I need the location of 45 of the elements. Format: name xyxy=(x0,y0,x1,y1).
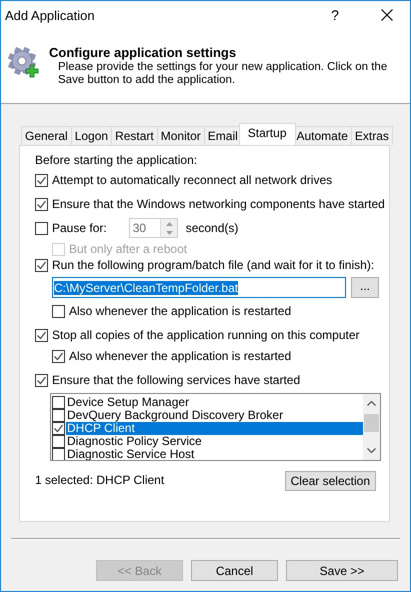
window-title: Add Application xyxy=(5,8,96,22)
checkbox[interactable] xyxy=(52,409,65,422)
header-title: Configure application settings xyxy=(49,45,238,60)
dialog-button[interactable]: Save >> xyxy=(286,560,398,581)
checkbox[interactable] xyxy=(35,222,48,234)
dialog-button[interactable]: Cancel xyxy=(191,560,278,581)
checkbox[interactable] xyxy=(35,258,48,272)
unit-label: second(s) xyxy=(186,221,238,235)
checkbox[interactable] xyxy=(52,350,65,362)
tab[interactable]: General xyxy=(21,126,72,145)
checkbox[interactable] xyxy=(35,198,48,210)
list-item[interactable]: DHCP Client xyxy=(66,422,363,435)
option-label: Ensure that the following services have started xyxy=(52,373,300,387)
option-label: Run the following program/batch file (and wait for it to finish): xyxy=(52,258,374,272)
selection-summary: 1 selected: DHCP Client xyxy=(35,472,164,486)
list-item[interactable]: Diagnostic Policy Service xyxy=(66,435,363,448)
help-button[interactable]: ? xyxy=(320,7,350,23)
option-label: Ensure that the Windows networking components have started xyxy=(52,197,385,211)
scrollbar-thumb[interactable] xyxy=(364,414,379,432)
tab[interactable]: Startup xyxy=(238,123,296,145)
checkbox[interactable] xyxy=(35,374,48,386)
tab[interactable]: Logon xyxy=(70,126,112,145)
tab[interactable]: Extras xyxy=(350,126,393,145)
checkbox[interactable] xyxy=(35,174,48,186)
number-spinner[interactable]: 30 xyxy=(128,218,178,238)
option-label: Pause for: xyxy=(52,221,107,235)
option-label: Attempt to automatically reconnect all network drives xyxy=(52,173,332,187)
close-icon[interactable] xyxy=(381,9,393,21)
checkbox[interactable] xyxy=(52,422,65,435)
option-label: But only after a reboot xyxy=(69,242,188,256)
option-label: Also whenever the application is restarted xyxy=(69,304,292,318)
header-description: Please provide the settings for your new application. Click on the Save button to add the application. xyxy=(58,61,388,87)
checkbox[interactable] xyxy=(35,328,48,342)
browse-button[interactable]: ... xyxy=(351,277,379,298)
list-item[interactable]: Device Setup Manager xyxy=(66,396,363,409)
list-item[interactable]: DevQuery Background Discovery Broker xyxy=(66,409,363,422)
checkbox[interactable] xyxy=(52,396,65,409)
checkbox[interactable] xyxy=(52,448,65,460)
option-label: Stop all copies of the application running on this computer xyxy=(52,328,360,342)
clear-selection-button[interactable]: Clear selection xyxy=(284,471,376,491)
option-label: Also whenever the application is restarted xyxy=(69,349,292,363)
section-label: Before starting the application: xyxy=(35,153,198,167)
checkbox[interactable] xyxy=(52,435,65,448)
file-path-field[interactable]: C:\MyServer\CleanTempFolder.bat xyxy=(52,277,346,298)
checkbox[interactable] xyxy=(52,304,65,318)
